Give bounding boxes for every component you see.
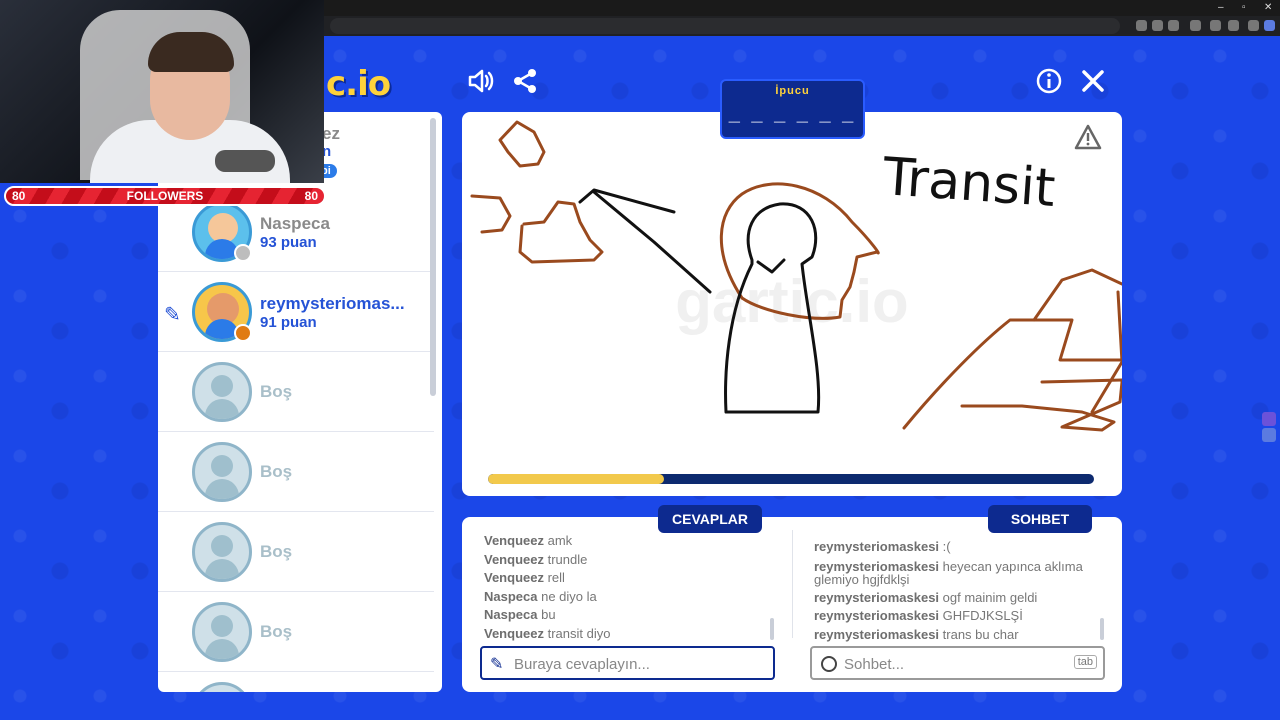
list-item: reymysteriomaskesi :( — [814, 539, 951, 554]
star-icon[interactable] — [1210, 20, 1221, 31]
sidebar-extension-icon[interactable] — [1262, 428, 1276, 442]
empty-slot: Boş — [158, 432, 434, 512]
tab-key-hint: tab — [1073, 655, 1097, 669]
answer-input-box[interactable]: ✎ — [480, 646, 775, 680]
player-list-scrollbar[interactable] — [430, 118, 436, 396]
player-row[interactable]: ✎ reymysteriomas... 91 puan — [158, 272, 434, 352]
drawing-canvas[interactable]: gartic.io Transit — [462, 112, 1122, 496]
list-item: reymysteriomaskesi GHFDJKSLŞİ — [814, 608, 1023, 624]
chat-input-box[interactable]: tab — [810, 646, 1105, 680]
empty-slot-label: Boş — [260, 382, 293, 401]
chat-scrollbar[interactable] — [1100, 618, 1104, 640]
list-item: Venqueez amk — [484, 533, 573, 548]
followers-label: FOLLOWERS — [126, 189, 204, 203]
empty-slot: Boş — [158, 512, 434, 592]
followers-bar: 80 FOLLOWERS 80 — [4, 186, 326, 206]
panel-divider — [792, 530, 793, 638]
pencil-icon: ✎ — [490, 656, 504, 673]
list-item: Naspeca bu — [484, 607, 556, 623]
webcam-overlay — [0, 0, 324, 183]
status-dot — [234, 324, 252, 342]
list-item: reymysteriomaskesi ogf mainim geldi — [814, 589, 1038, 605]
drawing: gartic.io Transit — [470, 120, 1122, 432]
empty-slot: Boş — [158, 352, 434, 432]
avatar — [192, 602, 252, 662]
list-item: Naspeca ne diyo la — [484, 588, 597, 604]
extension-icon[interactable] — [1168, 20, 1179, 31]
followers-count-right: 80 — [304, 189, 318, 203]
info-icon[interactable] — [1034, 66, 1064, 96]
player-score: 93 puan — [260, 234, 317, 251]
empty-slot: Boş — [158, 592, 434, 672]
answers-scrollbar[interactable] — [770, 618, 774, 640]
empty-slot — [158, 672, 434, 692]
player-name: Naspeca — [260, 214, 330, 233]
hint-blanks: _ _ _ _ _ _ _ — [728, 103, 857, 148]
empty-slot-label: Boş — [260, 462, 293, 481]
player-name: reymysteriomas... — [260, 294, 405, 313]
copilot-icon[interactable] — [1264, 20, 1275, 31]
hint-label: İpucu — [775, 85, 810, 97]
minimize-icon[interactable]: – — [1218, 2, 1224, 13]
logo: c.io — [326, 64, 391, 104]
timer-progress-fill — [488, 474, 664, 484]
drawn-word: Transit — [880, 147, 1057, 219]
list-item: Venqueez transit diyo — [484, 625, 611, 641]
answers-list: Venqueez amk Venqueez trundle Venqueez r… — [484, 532, 774, 644]
avatar — [192, 442, 252, 502]
hint-box: İpucu _ _ _ _ _ _ _ — [720, 79, 865, 148]
tab-chat[interactable]: SOHBET — [988, 505, 1092, 533]
profile-icon[interactable] — [1248, 20, 1259, 31]
list-item: Venqueez trundle — [484, 551, 588, 567]
list-item: reymysteriomaskesi heyecan yapınca aklım… — [814, 558, 1083, 587]
close-window-icon[interactable]: ✕ — [1264, 2, 1272, 13]
chat-list: reymysteriomaskesi :( reymysteriomaskesi… — [814, 538, 1098, 644]
pencil-icon: ✎ — [164, 304, 181, 326]
chat-input[interactable] — [844, 654, 1084, 674]
list-item: reymysteriomaskesi trans bu char — [814, 626, 1019, 642]
empty-slot-label: Boş — [260, 622, 293, 641]
list-item: Venqueez rell — [484, 570, 565, 586]
speaker-icon[interactable] — [466, 66, 496, 96]
player-score: 91 puan — [260, 314, 317, 331]
maximize-icon[interactable]: ▫ — [1242, 2, 1246, 13]
timer-progress — [488, 474, 1094, 484]
avatar — [192, 682, 252, 692]
avatar — [192, 362, 252, 422]
search-icon — [821, 656, 837, 672]
watermark: gartic.io — [675, 268, 908, 335]
sidebar-extension-icon[interactable] — [1262, 412, 1276, 426]
refresh-icon[interactable] — [1190, 20, 1201, 31]
avatar — [192, 522, 252, 582]
answer-input[interactable] — [514, 654, 754, 674]
report-warning-icon[interactable] — [1074, 124, 1102, 150]
extension-icon[interactable] — [1136, 20, 1147, 31]
empty-slot-label: Boş — [260, 542, 293, 561]
extension-icon[interactable] — [1228, 20, 1239, 31]
player-name: ez — [322, 124, 340, 143]
translate-icon[interactable] — [1152, 20, 1163, 31]
close-icon[interactable] — [1078, 66, 1108, 96]
microphone — [215, 150, 275, 172]
address-bar[interactable] — [330, 18, 1120, 34]
status-dot — [234, 244, 252, 262]
share-icon[interactable] — [510, 66, 540, 96]
tab-answers[interactable]: CEVAPLAR — [658, 505, 762, 533]
